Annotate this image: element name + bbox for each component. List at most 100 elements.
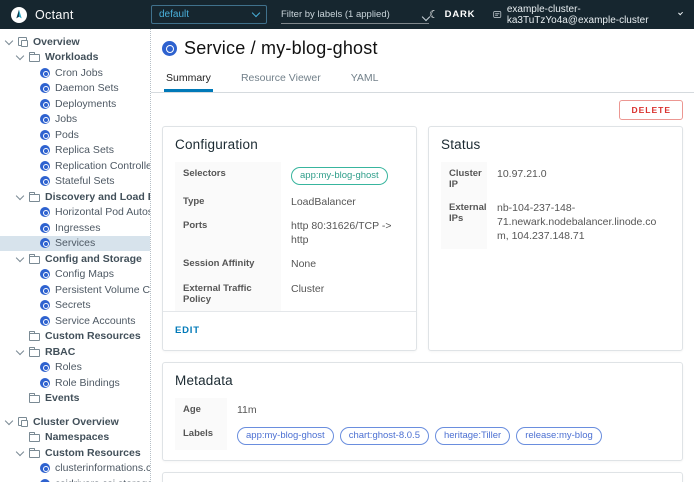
sidebar-item[interactable]: Config Maps <box>0 267 150 283</box>
sidebar-item[interactable]: Persistent Volume Claims <box>0 282 150 298</box>
caret-down-icon[interactable] <box>16 348 24 356</box>
sidebar-item[interactable]: Cron Jobs <box>0 65 150 81</box>
sidebar-item[interactable]: RBAC <box>0 344 150 360</box>
sidebar-item[interactable]: clusterinformations.crd.projec <box>0 461 150 477</box>
resource-icon <box>40 145 50 155</box>
folder-icon <box>29 349 40 357</box>
sidebar-item-label: Events <box>45 392 79 404</box>
configuration-title: Configuration <box>175 137 404 152</box>
external-traffic-policy-value: Cluster <box>281 277 404 311</box>
sidebar-item[interactable]: Pods <box>0 127 150 143</box>
app-title: Octant <box>35 8 74 22</box>
folder-icon <box>29 194 40 202</box>
status-table: Cluster IP 10.97.21.0 External IPs nb-10… <box>441 162 670 249</box>
labels-label: Labels <box>175 422 227 450</box>
namespace-select[interactable]: default <box>151 5 267 24</box>
sidebar-item[interactable]: Ingresses <box>0 220 150 236</box>
sidebar-item[interactable]: csidrivers.csi.storage.k8s.io <box>0 476 150 482</box>
service-icon <box>162 41 177 56</box>
sidebar-item-label: Custom Resources <box>45 330 141 342</box>
resource-icon <box>40 114 50 124</box>
sidebar-item-label: Role Bindings <box>55 377 120 389</box>
tabs: Summary Resource Viewer YAML <box>151 68 694 93</box>
tab-summary[interactable]: Summary <box>164 68 213 92</box>
external-traffic-policy-label: External Traffic Policy <box>175 277 281 311</box>
resource-icon <box>40 223 50 233</box>
sidebar-item-label: Discovery and Load Balancing <box>45 191 150 203</box>
caret-down-icon[interactable] <box>5 38 13 46</box>
labels-value: app:my-blog-ghost chart:ghost-8.0.5 heri… <box>227 422 670 450</box>
resource-icon <box>40 207 50 217</box>
tab-resource-viewer[interactable]: Resource Viewer <box>239 68 323 92</box>
resource-icon <box>40 161 50 171</box>
sidebar-item-label: clusterinformations.crd.projec <box>55 462 150 474</box>
age-value: 11m <box>227 398 670 422</box>
sidebar-item[interactable]: Events <box>0 391 150 407</box>
label-tag[interactable]: app:my-blog-ghost <box>237 427 334 445</box>
sidebar-item[interactable]: Replica Sets <box>0 143 150 159</box>
label-tag[interactable]: release:my-blog <box>516 427 602 445</box>
sidebar-item[interactable]: Custom Resources <box>0 445 150 461</box>
theme-toggle-label: DARK <box>445 9 476 20</box>
caret-down-icon[interactable] <box>16 53 24 61</box>
sidebar-item-label: Jobs <box>55 113 77 125</box>
tab-yaml[interactable]: YAML <box>349 68 381 92</box>
label-tag[interactable]: chart:ghost-8.0.5 <box>340 427 429 445</box>
sidebar-item-label: Persistent Volume Claims <box>55 284 150 296</box>
sidebar-item-label: Ingresses <box>55 222 101 234</box>
caret-down-icon[interactable] <box>16 255 24 263</box>
sidebar-item-label: Cron Jobs <box>55 67 103 79</box>
sidebar-item[interactable]: Roles <box>0 360 150 376</box>
moon-icon: ☾ <box>429 8 440 21</box>
chevron-down-icon <box>252 9 260 17</box>
sidebar-item-label: Stateful Sets <box>55 175 115 187</box>
sidebar-item[interactable]: Daemon Sets <box>0 81 150 97</box>
sidebar-item[interactable]: Replication Controllers <box>0 158 150 174</box>
label-filter-text: Filter by labels (1 applied) <box>281 9 390 20</box>
sidebar-item[interactable]: Stateful Sets <box>0 174 150 190</box>
theme-toggle-button[interactable]: ☾ DARK <box>429 8 475 21</box>
sidebar-item[interactable]: Overview <box>0 34 150 50</box>
sidebar-item[interactable]: Secrets <box>0 298 150 314</box>
overview-icon <box>18 417 28 427</box>
selector-tag[interactable]: app:my-blog-ghost <box>291 167 388 185</box>
sidebar-item-label: Config Maps <box>55 268 114 280</box>
sidebar-item-label: csidrivers.csi.storage.k8s.io <box>55 478 150 482</box>
sidebar-item-label: Cluster Overview <box>33 416 119 428</box>
resource-icon <box>40 238 50 248</box>
sidebar-item[interactable]: Namespaces <box>0 430 150 446</box>
resource-icon <box>40 130 50 140</box>
label-filter[interactable]: Filter by labels (1 applied) <box>281 5 429 24</box>
folder-icon <box>29 434 40 442</box>
session-affinity-label: Session Affinity <box>175 252 281 276</box>
status-card: Status Cluster IP 10.97.21.0 External IP… <box>428 126 683 351</box>
sidebar-item[interactable]: Custom Resources <box>0 329 150 345</box>
folder-icon <box>29 395 40 403</box>
sidebar-item[interactable]: Services <box>0 236 150 252</box>
sidebar-item[interactable]: Service Accounts <box>0 313 150 329</box>
sidebar-item[interactable]: Jobs <box>0 112 150 128</box>
external-ips-value: nb-104-237-148-71.newark.nodebalancer.li… <box>487 196 670 249</box>
cluster-selector[interactable]: example-cluster-ka3TuTzYo4a@example-clus… <box>493 4 682 26</box>
delete-button[interactable]: DELETE <box>619 100 683 120</box>
sidebar-item[interactable]: Cluster Overview <box>0 414 150 430</box>
sidebar-item[interactable]: Role Bindings <box>0 375 150 391</box>
configuration-table: Selectors app:my-blog-ghost Type LoadBal… <box>175 162 404 311</box>
caret-down-icon[interactable] <box>16 449 24 457</box>
sidebar-item[interactable]: Discovery and Load Balancing <box>0 189 150 205</box>
label-tag[interactable]: heritage:Tiller <box>435 427 510 445</box>
caret-down-icon[interactable] <box>5 418 13 426</box>
edit-link[interactable]: EDIT <box>175 325 200 336</box>
selectors-label: Selectors <box>175 162 281 190</box>
sidebar-item-label: Replication Controllers <box>55 160 150 172</box>
sidebar-item[interactable]: Workloads <box>0 50 150 66</box>
status-title: Status <box>441 137 670 152</box>
sidebar-item[interactable]: Horizontal Pod Autoscalers <box>0 205 150 221</box>
resource-icon <box>40 316 50 326</box>
overview-icon <box>18 37 28 47</box>
sidebar-item[interactable]: Config and Storage <box>0 251 150 267</box>
resource-icon <box>40 269 50 279</box>
session-affinity-value: None <box>281 252 404 276</box>
sidebar-item[interactable]: Deployments <box>0 96 150 112</box>
caret-down-icon[interactable] <box>16 193 24 201</box>
